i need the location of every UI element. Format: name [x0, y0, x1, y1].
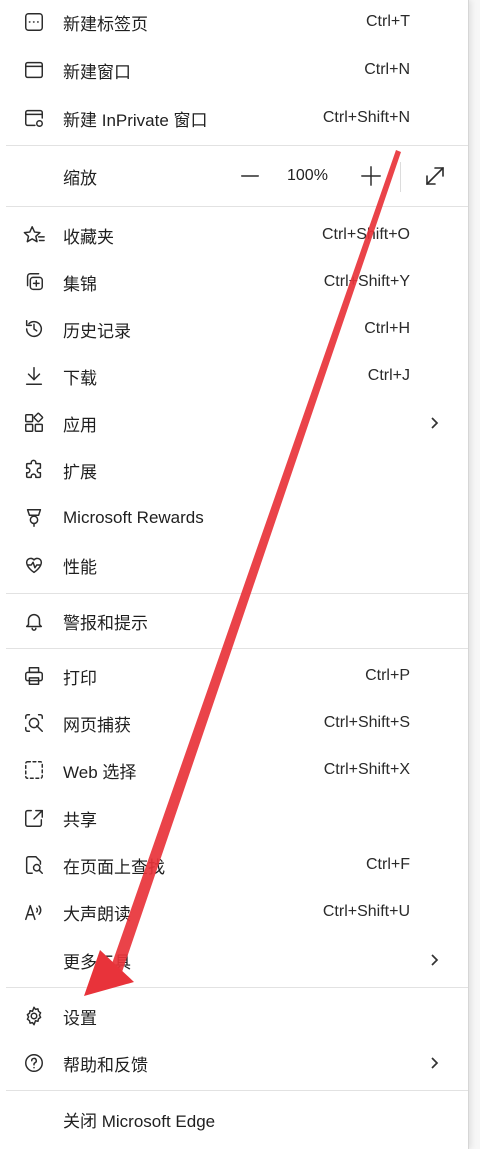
rewards-icon [22, 506, 46, 530]
bell-icon [22, 609, 46, 633]
fullscreen-button[interactable] [422, 154, 448, 198]
performance-icon [22, 553, 46, 577]
menu-item-read-aloud[interactable]: 大声朗读 Ctrl+Shift+U [0, 890, 468, 934]
menu-item-label: 新建 InPrivate 窗口 [63, 110, 208, 130]
menu-item-label: 打印 [63, 668, 97, 688]
menu-item-shortcut: Ctrl+P [365, 667, 410, 684]
menu-item-new-window[interactable]: 新建窗口 Ctrl+N [0, 48, 468, 92]
collections-icon [22, 270, 46, 294]
zoom-label: 缩放 [63, 168, 97, 188]
menu-item-label: Web 选择 [63, 762, 137, 782]
menu-item-label: 收藏夹 [63, 227, 114, 247]
menu-item-label: 大声朗读 [63, 904, 131, 924]
menu-item-settings[interactable]: 设置 [0, 994, 468, 1038]
menu-item-shortcut: Ctrl+Shift+X [323, 761, 410, 778]
edge-settings-menu: 新建标签页 Ctrl+T 新建窗口 Ctrl+N 新建 InPrivate 窗口… [0, 0, 469, 1149]
download-icon [22, 364, 46, 388]
menu-item-shortcut: Ctrl+Shift+N [322, 109, 410, 126]
menu-item-shortcut: Ctrl+H [364, 320, 410, 337]
separator [6, 593, 468, 594]
zoom-in-button[interactable] [359, 154, 383, 198]
menu-item-label: 性能 [63, 557, 97, 577]
menu-item-label: 新建标签页 [63, 14, 148, 34]
menu-item-label: 警报和提示 [63, 613, 148, 633]
gear-icon [22, 1004, 46, 1028]
menu-item-label: 设置 [63, 1008, 97, 1028]
menu-item-shortcut: Ctrl+N [364, 61, 410, 78]
menu-item-shortcut: Ctrl+J [367, 367, 410, 384]
find-icon [22, 853, 46, 877]
new-tab-icon [22, 10, 46, 34]
inprivate-window-icon [22, 106, 46, 130]
chevron-right-icon [428, 416, 442, 430]
zoom-out-button[interactable] [239, 154, 261, 198]
menu-item-find-on-page[interactable]: 在页面上查找 Ctrl+F [0, 843, 468, 887]
menu-item-favorites[interactable]: 收藏夹 Ctrl+Shift+O [0, 213, 468, 257]
menu-item-label: 下载 [63, 368, 97, 388]
chevron-right-icon [428, 953, 442, 967]
menu-item-label: Microsoft Rewards [63, 508, 204, 527]
menu-item-downloads[interactable]: 下载 Ctrl+J [0, 354, 468, 398]
menu-item-shortcut: Ctrl+Shift+S [323, 714, 410, 731]
zoom-row: 缩放 100% [0, 154, 468, 198]
menu-item-share[interactable]: 共享 [0, 796, 468, 840]
menu-item-shortcut: Ctrl+T [366, 13, 410, 30]
menu-item-label: 共享 [63, 810, 97, 830]
menu-item-help-and-feedback[interactable]: 帮助和反馈 [0, 1041, 468, 1085]
menu-item-extensions[interactable]: 扩展 [0, 448, 468, 492]
menu-item-shortcut: Ctrl+Shift+O [321, 226, 410, 243]
menu-item-label: 扩展 [63, 462, 97, 482]
menu-item-shortcut: Ctrl+Shift+Y [323, 273, 410, 290]
menu-item-label: 集锦 [63, 274, 97, 294]
read-aloud-icon [22, 900, 46, 924]
menu-item-shortcut: Ctrl+Shift+U [322, 903, 410, 920]
menu-item-print[interactable]: 打印 Ctrl+P [0, 654, 468, 698]
menu-item-shortcut: Ctrl+F [366, 856, 410, 873]
menu-item-apps[interactable]: 应用 [0, 401, 468, 445]
zoom-value: 100% [287, 167, 328, 184]
web-select-icon [22, 758, 46, 782]
print-icon [22, 664, 46, 688]
apps-icon [22, 411, 46, 435]
menu-item-label: 更多工具 [63, 952, 131, 972]
menu-item-history[interactable]: 历史记录 Ctrl+H [0, 307, 468, 351]
zoom-divider [400, 162, 401, 192]
menu-item-new-tab[interactable]: 新建标签页 Ctrl+T [0, 0, 468, 44]
menu-item-collections[interactable]: 集锦 Ctrl+Shift+Y [0, 260, 468, 304]
menu-item-label: 历史记录 [63, 321, 131, 341]
menu-item-label: 在页面上查找 [63, 857, 165, 877]
chevron-right-icon [428, 1056, 442, 1070]
menu-item-label: 新建窗口 [63, 62, 131, 82]
menu-item-close-edge[interactable]: 关闭 Microsoft Edge [0, 1097, 468, 1141]
menu-item-label: 应用 [63, 415, 97, 435]
help-icon [22, 1051, 46, 1075]
separator [6, 1090, 468, 1091]
menu-item-new-inprivate-window[interactable]: 新建 InPrivate 窗口 Ctrl+Shift+N [0, 96, 468, 140]
page-background [469, 0, 480, 1149]
extensions-icon [22, 458, 46, 482]
menu-item-label: 关闭 Microsoft Edge [63, 1111, 216, 1131]
separator [6, 145, 468, 146]
new-window-icon [22, 58, 46, 82]
web-capture-icon [22, 711, 46, 735]
menu-item-microsoft-rewards[interactable]: Microsoft Rewards [0, 496, 468, 540]
history-icon [22, 317, 46, 341]
favorites-icon [22, 223, 46, 247]
separator [6, 648, 468, 649]
menu-item-label: 帮助和反馈 [63, 1055, 148, 1075]
menu-item-web-select[interactable]: Web 选择 Ctrl+Shift+X [0, 748, 468, 792]
separator [6, 987, 468, 988]
share-icon [22, 806, 46, 830]
menu-item-alerts-and-tips[interactable]: 警报和提示 [0, 599, 468, 643]
menu-item-web-capture[interactable]: 网页捕获 Ctrl+Shift+S [0, 701, 468, 745]
menu-item-performance[interactable]: 性能 [0, 543, 468, 587]
separator [6, 206, 468, 207]
menu-item-label: 网页捕获 [63, 715, 131, 735]
menu-item-more-tools[interactable]: 更多工具 [0, 938, 468, 982]
